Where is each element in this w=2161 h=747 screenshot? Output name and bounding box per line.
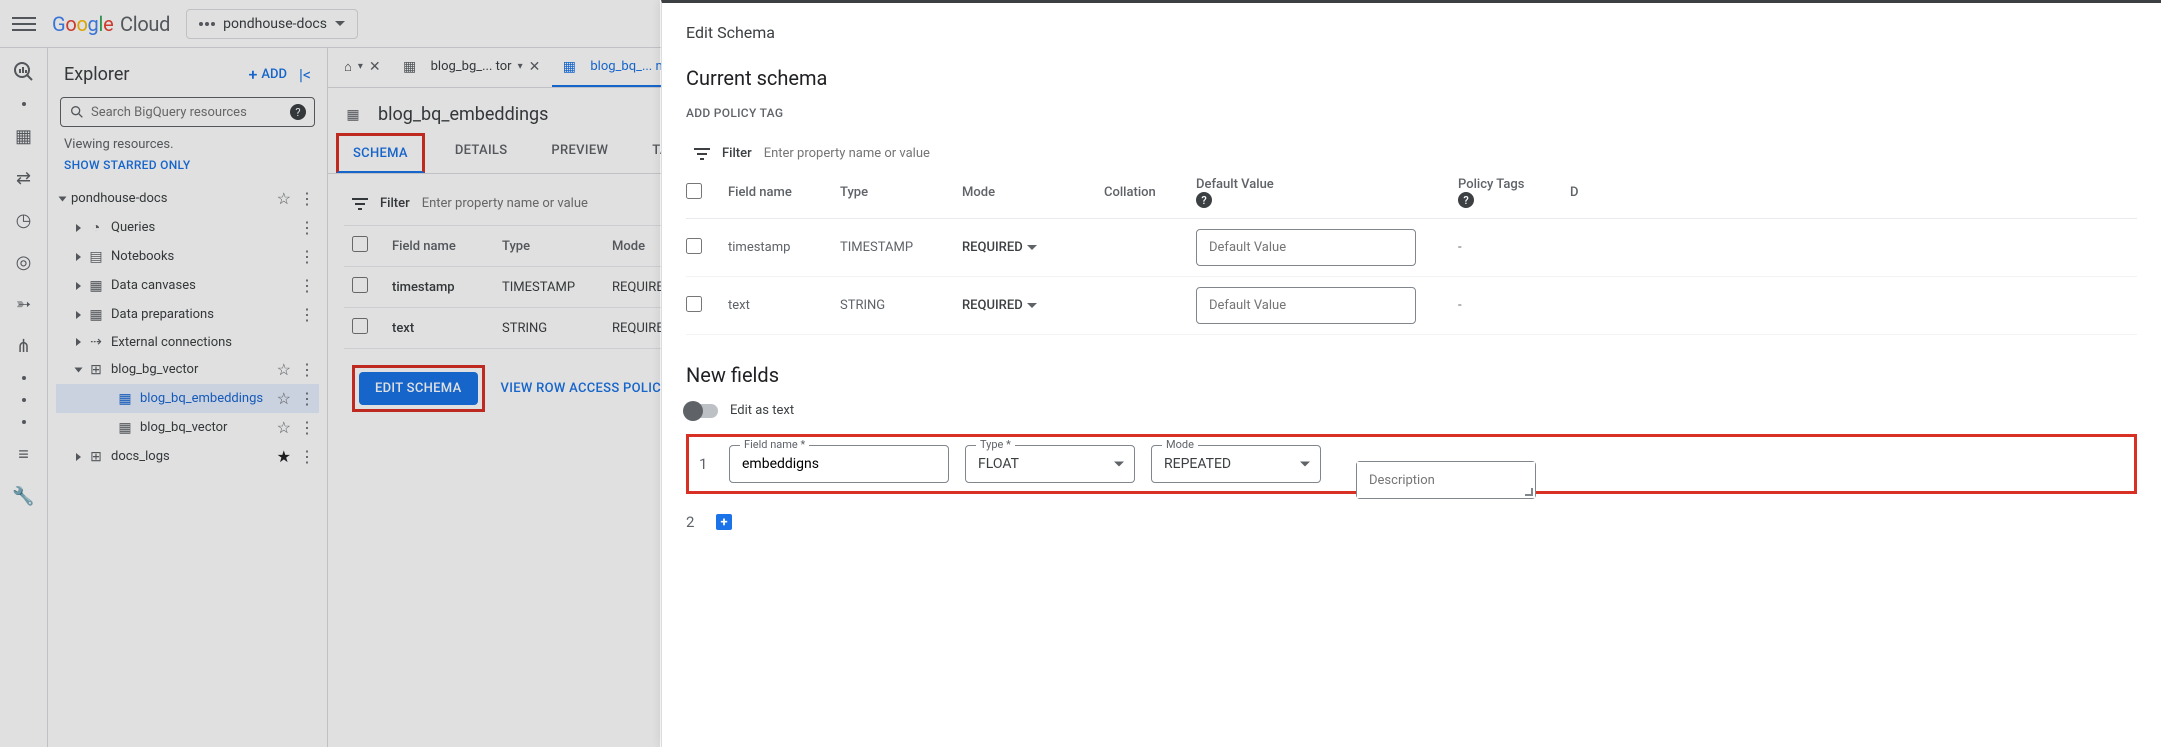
chevron-down-icon [1027,245,1037,250]
resize-handle-icon[interactable] [1525,488,1533,496]
rail-branch-icon[interactable]: ⋔ [12,334,36,358]
panel-schema-row: timestamp TIMESTAMP REQUIRED - [686,219,2137,277]
panel-filter-input[interactable] [764,146,2129,161]
panel-table-header: Field name Type Mode Collation Default V… [686,167,2137,219]
default-value-input[interactable] [1196,229,1416,266]
select-all-checkbox[interactable] [352,236,368,252]
tree-canvases[interactable]: ▦Data canvases⋮ [56,271,319,300]
rail-dot3 [22,398,26,402]
rail-dot2 [22,376,26,380]
mode-select[interactable]: REQUIRED [962,240,1092,255]
panel-filter-row: Filter [686,140,2137,167]
filter-label: Filter [380,196,410,211]
left-rail: ▦ ⇄ ◷ ◎ ➳ ⋔ ≡ 🔧 [0,48,48,747]
add-button[interactable]: +ADD [248,65,286,84]
subtab-details[interactable]: DETAILS [441,133,522,173]
search-icon [69,104,85,120]
show-starred-link[interactable]: SHOW STARRED ONLY [56,154,319,176]
rail-dot [22,102,26,106]
view-row-policies-button[interactable]: VIEW ROW ACCESS POLICIES [501,381,681,396]
tree-project[interactable]: pondhouse-docs ☆⋮ [56,184,319,213]
rail-sliders-icon[interactable]: ⇄ [12,166,36,190]
bigquery-icon[interactable] [12,60,36,84]
field-name-input[interactable] [730,446,948,482]
row-checkbox[interactable] [686,238,702,254]
edit-as-text-label: Edit as text [730,403,794,418]
tree-blog-bg-vector[interactable]: ⊞blog_bg_vector☆⋮ [56,355,319,384]
help-icon[interactable]: ? [290,104,306,120]
explorer-title: Explorer [64,64,130,85]
tree-notebooks[interactable]: ▤Notebooks⋮ [56,242,319,271]
add-policy-tag-button[interactable]: ADD POLICY TAG [686,106,2137,120]
close-icon[interactable]: ✕ [529,59,541,75]
description-input[interactable] [1357,462,1535,498]
row-checkbox[interactable] [352,318,368,334]
project-name: pondhouse-docs [223,16,327,32]
rail-clock-icon[interactable]: ◷ [12,208,36,232]
collapse-icon[interactable]: |< [299,65,311,84]
chevron-down-icon [335,21,345,26]
tree-blog-bq-embeddings[interactable]: ▦blog_bq_embeddings☆⋮ [56,384,319,413]
table-icon: ▦ [344,107,362,123]
resource-tree: pondhouse-docs ☆⋮ ◔Queries⋮ ▤Notebooks⋮ … [56,184,319,471]
description-wrap [1356,461,1536,499]
new-fields-heading: New fields [686,363,2137,387]
table-title: blog_bq_embeddings [378,104,548,125]
filter-icon [352,198,368,210]
filter-icon [694,148,710,160]
subtab-schema[interactable]: SCHEMA [336,133,425,173]
kebab-icon[interactable]: ⋮ [299,189,315,208]
tree-docs-logs[interactable]: ⊞docs_logs★⋮ [56,442,319,471]
field-mode-select[interactable]: REPEATED [1152,446,1320,482]
star-icon[interactable]: ☆ [277,189,291,208]
row-checkbox[interactable] [686,296,702,312]
mode-select[interactable]: REQUIRED [962,298,1092,313]
rail-arrow-icon[interactable]: ➳ [12,292,36,316]
help-icon[interactable]: ? [1196,192,1212,208]
tree-external[interactable]: ⇢External connections [56,329,319,355]
edit-schema-button[interactable]: EDIT SCHEMA [359,372,478,405]
tree-queries[interactable]: ◔Queries⋮ [56,213,319,242]
tree-preparations[interactable]: ▦Data preparations⋮ [56,300,319,329]
search-box[interactable]: ? [60,97,315,127]
row-checkbox[interactable] [352,277,368,293]
rail-grid-icon[interactable]: ▦ [12,124,36,148]
tab-blog-bg-tor[interactable]: ▦blog_bg_... tor▾✕ [393,48,549,87]
gcp-logo[interactable]: Google Cloud [52,12,170,36]
default-value-input[interactable] [1196,287,1416,324]
tree-blog-bq-vector[interactable]: ▦blog_bq_vector☆⋮ [56,413,319,442]
rail-dot4 [22,420,26,424]
rail-target-icon[interactable]: ◎ [12,250,36,274]
field-mode-wrap: Mode REPEATED [1151,445,1321,483]
help-icon[interactable]: ? [1458,192,1474,208]
field-name-wrap: Field name * [729,445,949,483]
panel-title: Edit Schema [686,23,2137,42]
edit-as-text-toggle[interactable] [686,404,718,418]
panel-select-all[interactable] [686,183,702,199]
menu-icon[interactable] [12,12,36,36]
rail-list-icon[interactable]: ≡ [12,442,36,466]
search-input[interactable] [91,105,284,120]
rail-wrench-icon[interactable]: 🔧 [12,484,36,508]
expand-icon[interactable] [59,196,67,201]
edit-schema-panel: Edit Schema Current schema ADD POLICY TA… [661,0,2161,747]
chevron-down-icon [1027,303,1037,308]
field-type-select[interactable]: FLOAT [966,446,1134,482]
subtab-preview[interactable]: PREVIEW [537,133,622,173]
panel-schema-row: text STRING REQUIRED - [686,277,2137,335]
viewing-text: Viewing resources. [56,135,319,154]
edit-schema-highlight: EDIT SCHEMA [352,365,485,412]
current-schema-heading: Current schema [686,66,2137,90]
add-field-button[interactable]: + [716,514,732,530]
field-type-wrap: Type * FLOAT [965,445,1135,483]
project-picker[interactable]: pondhouse-docs [186,9,358,39]
close-icon[interactable]: ✕ [369,59,381,75]
home-tab[interactable]: ⌂ ▾ ✕ [336,48,389,87]
explorer-panel: Explorer +ADD |< ? Viewing resources. SH… [48,48,328,747]
